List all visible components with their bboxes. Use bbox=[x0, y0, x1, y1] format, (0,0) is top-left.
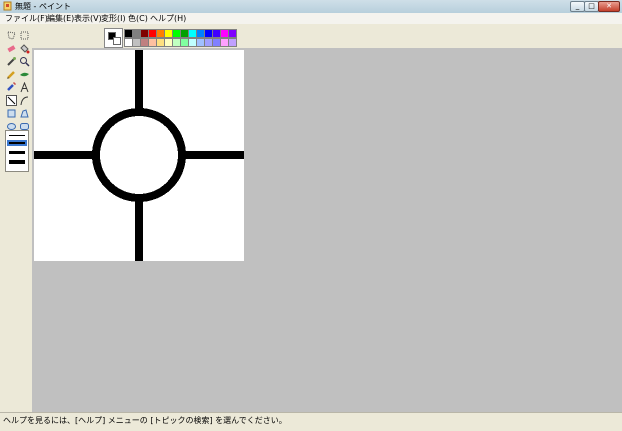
status-bar: ヘルプを見るには、[ヘルプ] メニューの [トピックの検索] を選んでください。 bbox=[0, 412, 622, 431]
menu-bar: ファイル(F) 編集(E) 表示(V) 変形(I) 色(C) ヘルプ(H) bbox=[0, 13, 622, 24]
background-color bbox=[113, 37, 121, 45]
menu-view[interactable]: 表示(V) bbox=[74, 13, 102, 24]
rectangle-tool-icon[interactable] bbox=[6, 108, 17, 119]
close-button[interactable]: ✕ bbox=[598, 1, 620, 12]
window-title: 無題 - ペイント bbox=[15, 2, 71, 11]
menu-image[interactable]: 変形(I) bbox=[101, 13, 126, 24]
minimize-button[interactable]: _ bbox=[570, 1, 585, 12]
color-picker-icon[interactable] bbox=[6, 56, 17, 67]
free-select-icon[interactable] bbox=[6, 30, 17, 41]
text-tool-icon[interactable] bbox=[19, 81, 30, 93]
current-colors bbox=[104, 28, 123, 48]
canvas-area bbox=[32, 48, 622, 412]
paint-app-icon[interactable] bbox=[3, 1, 12, 11]
line-tool-icon[interactable] bbox=[6, 95, 17, 106]
polygon-tool-icon[interactable] bbox=[19, 108, 30, 119]
rect-select-icon[interactable] bbox=[19, 30, 30, 41]
menu-help[interactable]: ヘルプ(H) bbox=[150, 13, 186, 24]
toolbox bbox=[0, 24, 33, 412]
maximize-button[interactable]: □ bbox=[584, 1, 599, 12]
line-width-selector bbox=[5, 130, 29, 172]
menu-colors[interactable]: 色(C) bbox=[128, 13, 148, 24]
color-swatch[interactable] bbox=[228, 38, 237, 47]
curve-tool-icon[interactable] bbox=[19, 95, 30, 106]
drawing-canvas[interactable] bbox=[34, 50, 244, 261]
brush-icon[interactable] bbox=[19, 69, 30, 80]
pencil-icon[interactable] bbox=[6, 69, 17, 80]
airbrush-icon[interactable] bbox=[6, 82, 17, 93]
line-width-2[interactable] bbox=[9, 142, 25, 144]
magnifier-icon[interactable] bbox=[19, 56, 30, 67]
line-width-1[interactable] bbox=[9, 135, 25, 136]
color-palette bbox=[32, 24, 622, 48]
line-width-4[interactable] bbox=[9, 160, 25, 164]
status-text: ヘルプを見るには、[ヘルプ] メニューの [トピックの検索] を選んでください。 bbox=[3, 416, 287, 425]
title-bar: 無題 - ペイント _ □ ✕ bbox=[0, 0, 622, 14]
menu-file[interactable]: ファイル(F) bbox=[5, 13, 48, 24]
line-width-3[interactable] bbox=[9, 151, 25, 154]
eraser-icon[interactable] bbox=[6, 43, 17, 54]
menu-edit[interactable]: 編集(E) bbox=[47, 13, 74, 24]
fill-bucket-icon[interactable] bbox=[19, 43, 30, 54]
color-swatch[interactable] bbox=[228, 29, 237, 38]
